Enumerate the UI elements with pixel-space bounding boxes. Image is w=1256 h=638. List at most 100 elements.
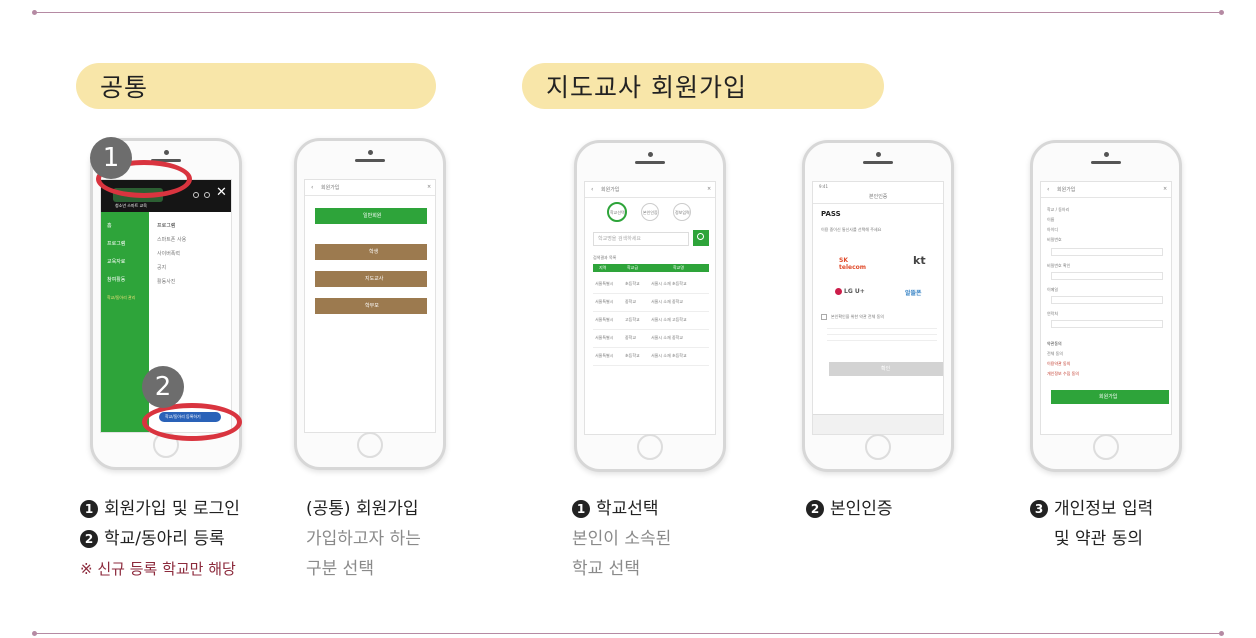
school-search-input[interactable]: 학교명을 검색하세요 bbox=[593, 232, 689, 246]
menu-item[interactable]: 홈 bbox=[107, 224, 112, 229]
back-icon[interactable]: ‹ bbox=[1047, 187, 1049, 193]
menu-item-school[interactable]: 학교/동아리 관리 bbox=[107, 296, 135, 300]
signup-option-parent[interactable]: 학부모 bbox=[315, 298, 427, 314]
table-cell: 초등학교 bbox=[625, 353, 640, 358]
search-placeholder: 학교명을 검색하세요 bbox=[598, 236, 641, 242]
step-indicator: 정보입력 bbox=[673, 203, 691, 221]
screen-title: 본인인증 bbox=[869, 194, 888, 200]
screen-title: 회원가입 bbox=[321, 185, 340, 191]
table-cell: 서울시 소재 초등학교 bbox=[651, 353, 687, 358]
number-badge: 2 bbox=[806, 500, 824, 518]
caption-step-school-select: 1 학교선택 본인이 소속된 학교 선택 bbox=[572, 494, 671, 584]
carrier-label: LG U+ bbox=[844, 288, 865, 295]
menu-item[interactable]: 참여활동 bbox=[107, 278, 125, 283]
carrier-label: kt bbox=[913, 254, 926, 267]
menu-item[interactable]: 교육자료 bbox=[107, 260, 125, 265]
carrier-mvno[interactable]: 알뜰폰 bbox=[885, 278, 935, 304]
close-icon[interactable]: × bbox=[1163, 187, 1167, 192]
form-input[interactable] bbox=[1051, 296, 1163, 304]
close-icon[interactable]: × bbox=[707, 187, 711, 192]
form-input[interactable] bbox=[1051, 248, 1163, 256]
caption-subtext: 구분 선택 bbox=[306, 559, 374, 579]
signup-submit-label: 회원가입 bbox=[1099, 394, 1118, 400]
phone-mockup-school-select: ‹ 회원가입 × 학교선택 본인인증 정보입력 학교명을 검색하세요 검색결과 … bbox=[574, 140, 726, 472]
speaker-grille bbox=[1091, 161, 1121, 164]
close-icon[interactable]: × bbox=[427, 185, 431, 190]
close-icon[interactable]: ✕ bbox=[216, 186, 227, 199]
table-row[interactable]: 서울특별시 초등학교 서울시 소재 초등학교 bbox=[593, 348, 709, 366]
table-cell: 고등학교 bbox=[625, 317, 640, 322]
signup-option-student[interactable]: 학생 bbox=[315, 244, 427, 260]
user-icon[interactable] bbox=[204, 192, 210, 198]
submenu-item[interactable]: 사이버폭력 bbox=[157, 252, 180, 257]
form-label: 아이디 bbox=[1047, 227, 1059, 232]
carrier-lgu[interactable]: LG U+ bbox=[827, 278, 877, 304]
terms-item[interactable]: 이용약관 동의 bbox=[1047, 362, 1070, 366]
carrier-kt[interactable]: kt bbox=[885, 246, 935, 272]
section-teacher-title: 지도교사 회원가입 bbox=[546, 73, 747, 102]
bottom-divider bbox=[32, 631, 1224, 636]
number-badge: 1 bbox=[572, 500, 590, 518]
speaker-grille bbox=[863, 161, 893, 164]
caption-text: 학교/동아리 등록 bbox=[104, 529, 225, 549]
signup-submit-button[interactable]: 회원가입 bbox=[1051, 390, 1169, 404]
submenu-item[interactable]: 스마트폰 사용 bbox=[157, 238, 186, 243]
table-row[interactable]: 서울특별시 중학교 서울시 소재 중학교 bbox=[593, 294, 709, 312]
phone-mockup-signup-type: ‹ 회원가입 × 일반회원 학생 지도교사 학부모 bbox=[294, 138, 446, 470]
form-input[interactable] bbox=[1051, 272, 1163, 280]
menu-item[interactable]: 프로그램 bbox=[107, 242, 125, 247]
confirm-button[interactable]: 확인 bbox=[829, 362, 943, 376]
table-cell: 서울시 소재 초등학교 bbox=[651, 281, 687, 286]
table-row[interactable]: 서울특별시 중학교 서울시 소재 중학교 bbox=[593, 330, 709, 348]
table-row[interactable]: 서울특별시 고등학교 서울시 소재 고등학교 bbox=[593, 312, 709, 330]
carrier-sk[interactable]: SK telecom bbox=[827, 246, 877, 272]
caption-note: ※ 신규 등록 학교만 해당 bbox=[80, 560, 236, 578]
form-label: 연락처 bbox=[1047, 311, 1059, 316]
number-badge: 2 bbox=[80, 530, 98, 548]
table-cell: 중학교 bbox=[625, 335, 637, 340]
logo-subtitle: 청소년 스마트 교육 bbox=[115, 203, 147, 208]
submenu-item[interactable]: 프로그램 bbox=[157, 224, 175, 229]
phone-screen: 9:41 본인인증 PASS 이용 중이신 통신사를 선택해 주세요 SK te… bbox=[812, 181, 944, 435]
table-header: 지역 학교급 학교명 bbox=[593, 264, 709, 272]
camera-icon bbox=[1104, 152, 1109, 157]
step-label: 본인인증 bbox=[643, 210, 658, 215]
camera-icon bbox=[648, 152, 653, 157]
search-icon bbox=[697, 233, 704, 240]
phone-screen: ‹ 회원가입 × 일반회원 학생 지도교사 학부모 bbox=[304, 179, 436, 433]
home-button bbox=[357, 432, 383, 458]
caption-text: (공통) 회원가입 bbox=[306, 499, 419, 519]
section-common-title: 공통 bbox=[100, 73, 149, 102]
agree-checkbox[interactable] bbox=[821, 314, 827, 320]
table-row[interactable]: 서울특별시 초등학교 서울시 소재 초등학교 bbox=[593, 276, 709, 294]
table-header-cell: 학교급 bbox=[627, 265, 639, 270]
submenu-item[interactable]: 공지 bbox=[157, 266, 166, 271]
table-cell: 서울시 소재 중학교 bbox=[651, 335, 683, 340]
caption-text: 학교선택 bbox=[596, 499, 659, 519]
table-cell: 서울특별시 bbox=[595, 353, 614, 358]
phone-screen: ‹ 회원가입 × 학교선택 본인인증 정보입력 학교명을 검색하세요 검색결과 … bbox=[584, 181, 716, 435]
option-label: 학부모 bbox=[365, 303, 379, 309]
step-label: 학교선택 bbox=[610, 210, 625, 215]
terms-item[interactable]: 전체 동의 bbox=[1047, 352, 1063, 356]
back-icon[interactable]: ‹ bbox=[591, 187, 593, 193]
search-button[interactable] bbox=[693, 230, 709, 246]
submenu-item[interactable]: 활동사진 bbox=[157, 280, 175, 285]
general-member-button[interactable]: 일반회원 bbox=[315, 208, 427, 224]
browser-toolbar bbox=[813, 414, 943, 434]
general-member-label: 일반회원 bbox=[363, 213, 382, 219]
screen-header: ‹ 회원가입 × bbox=[305, 180, 435, 196]
form-input[interactable] bbox=[1051, 320, 1163, 328]
caption-subtext: 본인이 소속된 bbox=[572, 529, 672, 549]
speaker-grille bbox=[355, 159, 385, 162]
divider bbox=[827, 328, 937, 329]
home-button bbox=[1093, 434, 1119, 460]
terms-item[interactable]: 개인정보 수집 동의 bbox=[1047, 372, 1079, 376]
caption-text: 개인정보 입력 bbox=[1054, 499, 1154, 519]
screen-header: 본인인증 bbox=[813, 192, 943, 204]
agree-label: 본인확인을 위한 약관 전체 동의 bbox=[831, 314, 884, 319]
back-icon[interactable]: ‹ bbox=[311, 185, 313, 191]
speaker-grille bbox=[635, 161, 665, 164]
signup-option-teacher[interactable]: 지도교사 bbox=[315, 271, 427, 287]
search-icon[interactable] bbox=[193, 192, 199, 198]
